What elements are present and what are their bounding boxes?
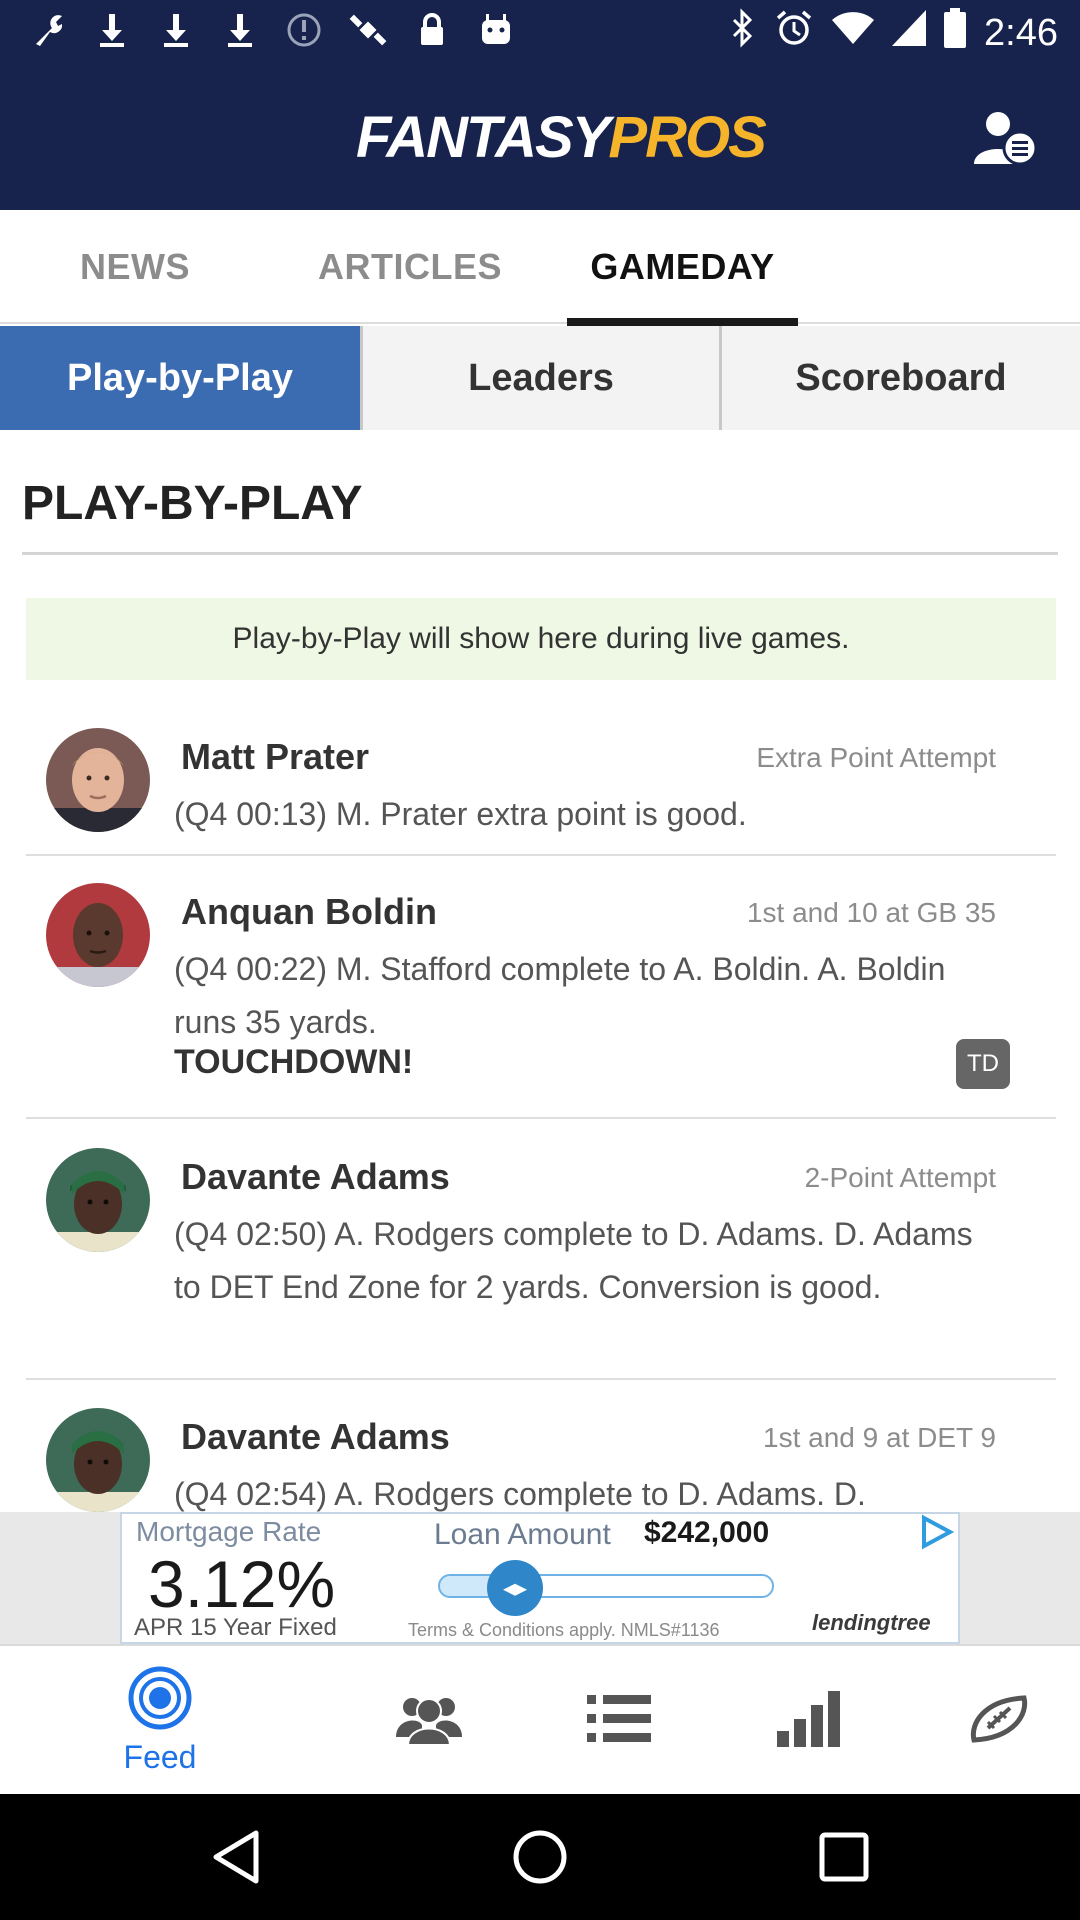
ad-loan-amount: $242,000: [644, 1516, 770, 1549]
home-icon[interactable]: [480, 1794, 600, 1920]
tab-news[interactable]: NEWS: [40, 210, 230, 324]
play-description: (Q4 02:50) A. Rodgers complete to D. Ada…: [174, 1216, 973, 1305]
subtab-play-by-play[interactable]: Play-by-Play: [0, 326, 360, 430]
battery-icon: [944, 8, 967, 58]
play-item[interactable]: Matt Prater Extra Point Attempt (Q4 00:1…: [26, 728, 1056, 856]
mortgage-ad[interactable]: Mortgage Rate 3.12% APR 15 Year Fixed Lo…: [120, 1512, 960, 1644]
play-description: (Q4 00:22) M. Stafford complete to A. Bo…: [174, 951, 946, 1040]
ad-banner-strip: Mortgage Rate 3.12% APR 15 Year Fixed Lo…: [0, 1512, 1080, 1644]
nav-players[interactable]: [364, 1646, 494, 1796]
ad-loan-label: Loan Amount: [434, 1518, 611, 1551]
tab-news-label: NEWS: [80, 246, 190, 287]
subtab-leaders-label: Leaders: [468, 356, 614, 399]
download-icon: [92, 10, 132, 50]
tab-gameday[interactable]: GAMEDAY: [567, 210, 798, 326]
bluetooth-icon: [730, 8, 756, 58]
clock-time: 2:46: [984, 11, 1058, 54]
nav-feed[interactable]: Feed: [60, 1646, 260, 1796]
subtab-scoreboard-label: Scoreboard: [795, 356, 1007, 399]
play-item[interactable]: Davante Adams 2-Point Attempt (Q4 02:50)…: [26, 1148, 1056, 1380]
tab-gameday-label: GAMEDAY: [590, 246, 775, 287]
nav-rankings[interactable]: [744, 1646, 874, 1796]
android-icon: [476, 10, 516, 50]
tab-articles-label: ARTICLES: [318, 246, 502, 287]
subtab-leaders[interactable]: Leaders: [363, 326, 719, 430]
download-icon: [156, 10, 196, 50]
divider: [26, 854, 1056, 856]
play-event: Extra Point Attempt: [756, 742, 996, 773]
wrench-icon: [28, 10, 68, 50]
player-name: Matt Prater: [181, 736, 370, 777]
top-tab-bar: NEWS ARTICLES GAMEDAY: [0, 210, 1080, 326]
wifi-icon: [832, 10, 875, 56]
subtab-scoreboard[interactable]: Scoreboard: [722, 326, 1080, 430]
play-item[interactable]: Anquan Boldin 1st and 10 at GB 35 (Q4 00…: [26, 883, 1056, 1119]
player-name: Anquan Boldin: [181, 891, 437, 932]
divider: [26, 1117, 1056, 1119]
recents-icon[interactable]: [784, 1794, 904, 1920]
slider-handle-icon[interactable]: ◂▸: [487, 1560, 543, 1616]
system-navigation-bar: [0, 1794, 1080, 1920]
logo-part-pros: PROS: [608, 105, 766, 170]
satellite-icon: [348, 10, 388, 50]
ad-rate: 3.12%: [148, 1547, 336, 1621]
nav-list[interactable]: [554, 1646, 684, 1796]
nav-feed-label: Feed: [123, 1739, 197, 1775]
bottom-navigation: Feed: [0, 1644, 1080, 1794]
play-event: 1st and 10 at GB 35: [746, 897, 996, 928]
ad-choices-icon[interactable]: [916, 1514, 956, 1550]
system-status: 2:46: [730, 8, 1058, 58]
player-name: Davante Adams: [181, 1416, 450, 1457]
nav-football[interactable]: [934, 1646, 1064, 1796]
tab-articles[interactable]: ARTICLES: [290, 210, 530, 324]
account-settings-icon[interactable]: [970, 108, 1040, 168]
player-avatar: [46, 883, 150, 987]
subtab-play-by-play-label: Play-by-Play: [67, 356, 293, 399]
play-description: (Q4 00:13) M. Prater extra point is good…: [174, 796, 747, 832]
alarm-icon: [774, 8, 814, 58]
players-icon: [396, 1693, 462, 1750]
ad-apr-label: APR 15 Year Fixed: [134, 1614, 337, 1641]
info-banner: Play-by-Play will show here during live …: [26, 598, 1056, 680]
sub-tab-bar: Play-by-Play Leaders Scoreboard: [0, 326, 1080, 430]
alert-circle-icon: [284, 10, 324, 50]
ad-lender-logo: lendingtree: [812, 1610, 931, 1635]
info-banner-text: Play-by-Play will show here during live …: [232, 622, 850, 655]
back-icon[interactable]: [176, 1794, 296, 1920]
play-event: 1st and 9 at DET 9: [763, 1422, 996, 1453]
player-avatar: [46, 1408, 150, 1512]
status-bar: 2:46: [0, 0, 1080, 64]
app-header: FANTASYPROS: [0, 64, 1080, 210]
fantasypros-logo: FANTASYPROS: [356, 104, 767, 170]
td-badge: TD: [956, 1039, 1010, 1089]
player-name: Davante Adams: [181, 1156, 450, 1197]
download-icon: [220, 10, 260, 50]
divider: [22, 552, 1058, 555]
lock-icon: [412, 10, 452, 50]
player-avatar: [46, 1148, 150, 1252]
feed-icon: [128, 1666, 192, 1735]
active-tab-indicator: [567, 318, 798, 326]
signal-icon: [892, 10, 927, 56]
ad-mortgage-label: Mortgage Rate: [136, 1516, 322, 1547]
touchdown-label: TOUCHDOWN!: [174, 1043, 414, 1081]
divider: [26, 1378, 1056, 1380]
list-icon: [587, 1693, 651, 1750]
play-description: (Q4 02:54) A. Rodgers complete to D. Ada…: [174, 1476, 866, 1512]
logo-part-fantasy: FANTASY: [356, 105, 610, 170]
play-event: 2-Point Attempt: [804, 1162, 996, 1193]
play-item[interactable]: Davante Adams 1st and 9 at DET 9 (Q4 02:…: [26, 1408, 1056, 1512]
rankings-icon: [777, 1690, 841, 1752]
notification-icons: [28, 10, 516, 50]
player-avatar: [46, 728, 150, 832]
football-icon: [966, 1694, 1032, 1749]
ad-terms: Terms & Conditions apply. NMLS#1136: [408, 1620, 720, 1640]
page-title: PLAY-BY-PLAY: [22, 477, 363, 530]
